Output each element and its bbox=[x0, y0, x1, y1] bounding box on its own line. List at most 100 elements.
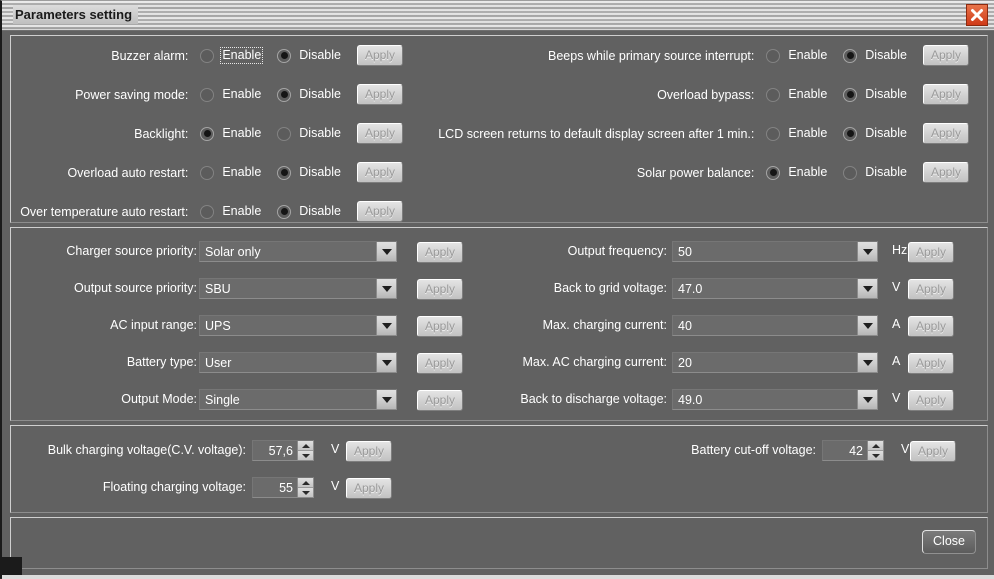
radio-enable-label[interactable]: Enable bbox=[220, 47, 263, 64]
radio-enable-label[interactable]: Enable bbox=[220, 125, 263, 142]
apply-button[interactable]: Apply bbox=[357, 162, 403, 183]
combo-ac-input-range[interactable]: UPS bbox=[199, 315, 397, 336]
combo-output-mode[interactable]: Single bbox=[199, 389, 397, 410]
radio-enable-label[interactable]: Enable bbox=[786, 125, 829, 142]
unit-label: A bbox=[892, 317, 906, 331]
apply-button[interactable]: Apply bbox=[923, 123, 969, 144]
radio-disable-label[interactable]: Disable bbox=[863, 164, 909, 181]
combo-max-charging-current[interactable]: 40 bbox=[672, 315, 878, 336]
spinner-bulk-charging-voltage[interactable]: 57,6 bbox=[252, 440, 314, 461]
radio-enable[interactable] bbox=[766, 127, 780, 141]
apply-button[interactable]: Apply bbox=[908, 353, 954, 374]
combo-charger-source-priority[interactable]: Solar only bbox=[199, 241, 397, 262]
radio-enable-label[interactable]: Enable bbox=[220, 164, 263, 181]
radio-disable-label[interactable]: Disable bbox=[297, 125, 343, 142]
apply-button[interactable]: Apply bbox=[357, 123, 403, 144]
chevron-down-icon[interactable] bbox=[376, 279, 396, 298]
apply-button[interactable]: Apply bbox=[923, 84, 969, 105]
row-label: Overload auto restart: bbox=[67, 165, 188, 181]
radio-disable[interactable] bbox=[277, 205, 291, 219]
chevron-down-icon[interactable] bbox=[376, 390, 396, 409]
apply-button[interactable]: Apply bbox=[357, 45, 403, 66]
spinner-value[interactable]: 55 bbox=[253, 478, 297, 497]
window-titlebar[interactable]: Parameters setting bbox=[2, 1, 994, 31]
apply-button[interactable]: Apply bbox=[346, 441, 392, 462]
combo-output-frequency[interactable]: 50 bbox=[672, 241, 878, 262]
chevron-down-icon[interactable] bbox=[376, 316, 396, 335]
apply-button[interactable]: Apply bbox=[357, 201, 403, 222]
chevron-down-icon[interactable] bbox=[376, 242, 396, 261]
radio-enable-label[interactable]: Enable bbox=[220, 203, 263, 220]
apply-button[interactable]: Apply bbox=[346, 478, 392, 499]
combo-battery-type[interactable]: User bbox=[199, 352, 397, 373]
apply-button[interactable]: Apply bbox=[417, 316, 463, 337]
radio-enable-label[interactable]: Enable bbox=[786, 47, 829, 64]
combo-back-to-discharge-voltage[interactable]: 49.0 bbox=[672, 389, 878, 410]
spinner-value[interactable]: 57,6 bbox=[253, 441, 297, 460]
apply-button[interactable]: Apply bbox=[417, 242, 463, 263]
radio-disable[interactable] bbox=[843, 127, 857, 141]
apply-button[interactable]: Apply bbox=[908, 242, 954, 263]
spinner-down-icon[interactable] bbox=[298, 450, 313, 460]
spinner-floating-charging-voltage[interactable]: 55 bbox=[252, 477, 314, 498]
radio-disable[interactable] bbox=[277, 88, 291, 102]
chevron-down-icon[interactable] bbox=[376, 353, 396, 372]
spinner-down-icon[interactable] bbox=[868, 450, 883, 460]
apply-button[interactable]: Apply bbox=[357, 84, 403, 105]
radio-disable-label[interactable]: Disable bbox=[297, 47, 343, 64]
apply-button[interactable]: Apply bbox=[417, 390, 463, 411]
radio-enable[interactable] bbox=[200, 127, 214, 141]
spinner-value[interactable]: 42 bbox=[823, 441, 867, 460]
radio-enable-label[interactable]: Enable bbox=[786, 164, 829, 181]
chevron-down-icon[interactable] bbox=[857, 279, 877, 298]
spinner-down-icon[interactable] bbox=[298, 487, 313, 497]
apply-button[interactable]: Apply bbox=[417, 353, 463, 374]
radio-enable-label[interactable]: Enable bbox=[786, 86, 829, 103]
radio-enable[interactable] bbox=[766, 49, 780, 63]
chevron-down-icon[interactable] bbox=[857, 242, 877, 261]
radio-disable-label[interactable]: Disable bbox=[297, 164, 343, 181]
setting-row-overload-auto-restart: Overload auto restart: Enable Disable Ap… bbox=[11, 162, 403, 183]
spinner-battery-cut-off-voltage[interactable]: 42 bbox=[822, 440, 884, 461]
combo-max-ac-charging-current[interactable]: 20 bbox=[672, 352, 878, 373]
radio-disable[interactable] bbox=[843, 88, 857, 102]
radio-disable-label[interactable]: Disable bbox=[863, 125, 909, 142]
close-x-icon[interactable] bbox=[966, 4, 988, 26]
parameters-setting-window: Parameters setting Buzzer alarm: Enable … bbox=[0, 0, 994, 578]
chevron-down-icon[interactable] bbox=[857, 316, 877, 335]
radio-enable[interactable] bbox=[766, 88, 780, 102]
apply-button[interactable]: Apply bbox=[910, 441, 956, 462]
apply-button[interactable]: Apply bbox=[923, 45, 969, 66]
combo-back-to-grid-voltage[interactable]: 47.0 bbox=[672, 278, 878, 299]
radio-disable[interactable] bbox=[277, 49, 291, 63]
chevron-down-icon[interactable] bbox=[857, 353, 877, 372]
radio-enable[interactable] bbox=[200, 166, 214, 180]
radio-disable-label[interactable]: Disable bbox=[863, 86, 909, 103]
radio-disable[interactable] bbox=[843, 166, 857, 180]
radio-enable[interactable] bbox=[200, 88, 214, 102]
spinner-up-icon[interactable] bbox=[298, 441, 313, 450]
radio-disable-label[interactable]: Disable bbox=[863, 47, 909, 64]
row-label: Solar power balance: bbox=[637, 165, 754, 181]
radio-disable-label[interactable]: Disable bbox=[297, 86, 343, 103]
radio-enable[interactable] bbox=[200, 49, 214, 63]
radio-enable[interactable] bbox=[766, 166, 780, 180]
chevron-down-icon[interactable] bbox=[857, 390, 877, 409]
radio-enable[interactable] bbox=[200, 205, 214, 219]
radio-disable[interactable] bbox=[843, 49, 857, 63]
radio-disable-label[interactable]: Disable bbox=[297, 203, 343, 220]
row-label: Bulk charging voltage(C.V. voltage): bbox=[48, 442, 246, 458]
combo-output-source-priority[interactable]: SBU bbox=[199, 278, 397, 299]
close-button[interactable]: Close bbox=[922, 530, 976, 554]
apply-button[interactable]: Apply bbox=[908, 316, 954, 337]
radio-disable[interactable] bbox=[277, 166, 291, 180]
spinner-up-icon[interactable] bbox=[298, 478, 313, 487]
apply-button[interactable]: Apply bbox=[923, 162, 969, 183]
spinner-up-icon[interactable] bbox=[868, 441, 883, 450]
radio-enable-label[interactable]: Enable bbox=[220, 86, 263, 103]
apply-button[interactable]: Apply bbox=[908, 279, 954, 300]
apply-button[interactable]: Apply bbox=[417, 279, 463, 300]
apply-button[interactable]: Apply bbox=[908, 390, 954, 411]
radio-group-over-temperature-auto-restart: Enable Disable bbox=[200, 203, 357, 220]
radio-disable[interactable] bbox=[277, 127, 291, 141]
